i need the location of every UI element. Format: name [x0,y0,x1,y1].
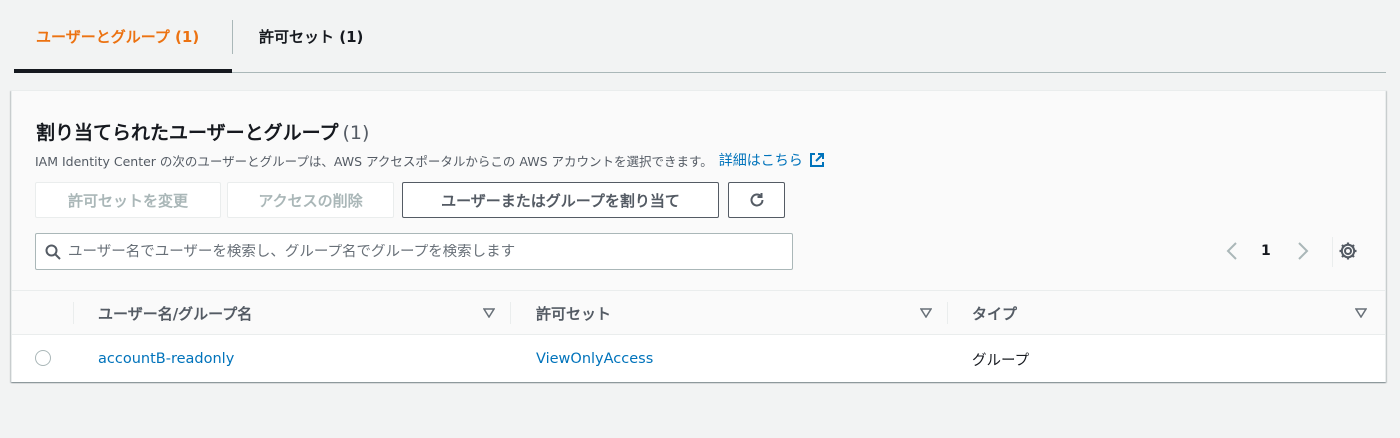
change-permission-set-button[interactable]: 許可セットを変更 [35,182,221,218]
previous-page-button[interactable] [1225,239,1239,263]
active-tab-indicator [14,69,232,73]
column-separator [510,302,511,324]
refresh-button[interactable] [728,182,785,218]
panel-title-text: 割り当てられたユーザーとグループ [36,122,339,144]
table-header: ユーザー名/グループ名 許可セット タイプ [12,290,1385,335]
remove-access-button[interactable]: アクセスの削除 [227,182,394,218]
assign-users-or-groups-button[interactable]: ユーザーまたはグループを割り当て [402,182,719,218]
panel-title-count: (1) [342,122,370,144]
preferences-button[interactable] [1338,241,1358,265]
external-link-icon[interactable] [809,152,825,168]
sort-caret-icon[interactable] [483,308,495,318]
search-icon [45,244,61,260]
sort-caret-icon[interactable] [1355,308,1367,318]
gear-icon [1339,242,1357,260]
table-row: accountB-readonly ViewOnlyAccess グループ [12,336,1385,382]
learn-more-link[interactable]: 詳細はこちら [719,150,803,170]
row-select-radio[interactable] [35,350,51,366]
column-header-type[interactable]: タイプ [972,291,1017,335]
chevron-left-icon [1226,242,1237,260]
search-field [35,233,793,270]
panel-header: 割り当てられたユーザーとグループ (1) IAM Identity Center … [12,91,1385,290]
tab-divider [232,20,233,54]
sort-caret-icon[interactable] [920,308,932,318]
tab-users-and-groups[interactable]: ユーザーとグループ (1) [36,0,199,72]
group-name-link[interactable]: accountB-readonly [98,336,234,382]
next-page-button[interactable] [1296,239,1310,263]
chevron-right-icon [1298,242,1309,260]
pager-divider [1332,237,1333,267]
panel-description: IAM Identity Center の次のユーザーとグループは、AWS アク… [35,150,825,170]
tab-bar: ユーザーとグループ (1) 許可セット (1) [14,0,1386,73]
panel-title: 割り当てられたユーザーとグループ (1) [36,118,369,145]
type-cell: グループ [972,352,1030,369]
column-separator [947,302,948,324]
tab-permission-sets[interactable]: 許可セット (1) [259,0,363,72]
column-header-name[interactable]: ユーザー名/グループ名 [98,291,252,335]
panel-description-text: IAM Identity Center の次のユーザーとグループは、AWS アク… [35,153,713,169]
column-header-permission-set[interactable]: 許可セット [536,291,611,335]
column-separator [73,302,74,324]
permission-set-link[interactable]: ViewOnlyAccess [536,336,653,382]
search-input[interactable] [68,243,792,260]
current-page-number[interactable]: 1 [1261,239,1271,263]
assigned-users-panel: 割り当てられたユーザーとグループ (1) IAM Identity Center … [11,90,1386,382]
refresh-icon [750,193,763,207]
